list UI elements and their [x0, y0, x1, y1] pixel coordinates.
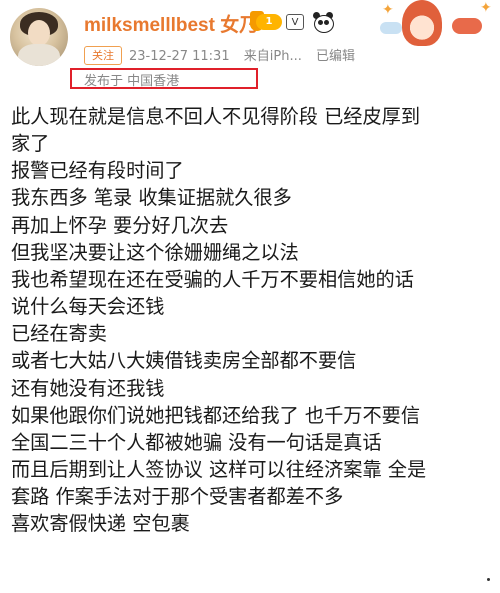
post-timestamp: 23-12-27 11:31 — [129, 49, 230, 64]
edited-label[interactable]: 已编辑 — [316, 49, 355, 64]
anime-girl-decoration: ✦ ✦ — [376, 0, 500, 48]
content-line: 还有她没有还我钱 — [11, 376, 165, 400]
avatar-body — [18, 44, 60, 66]
content-line: 我也希望现在还在受骗的人千万不要相信她的话 — [11, 267, 414, 291]
level-badge[interactable]: 1 — [256, 14, 282, 30]
avatar[interactable] — [10, 8, 68, 66]
scroll-dot — [487, 578, 490, 581]
content-line: 家了 — [11, 132, 50, 156]
post-location: 发布于 中国香港 — [84, 74, 180, 89]
content-line: 或者七大姑八大姨借钱卖房全部都不要信 — [11, 349, 357, 373]
content-line: 再加上怀孕 要分好几次去 — [11, 213, 229, 237]
follow-button[interactable]: 关注 — [84, 46, 122, 65]
content-line: 我东西多 笔录 收集证据就久很多 — [11, 186, 292, 210]
content-line: 套路 作案手法对于那个受害者都差不多 — [11, 485, 344, 509]
content-line: 说什么每天会还钱 — [11, 295, 165, 319]
panda-icon — [312, 12, 334, 33]
username[interactable]: milksmelllbest 女乃 — [84, 10, 258, 37]
post-source[interactable]: 来自iPh... — [244, 49, 302, 64]
content-line: 如果他跟你们说她把钱都还给我了 也千万不要信 — [11, 403, 421, 427]
vip-icon[interactable]: V — [286, 14, 304, 30]
content-line: 喜欢寄假快递 空包裹 — [11, 512, 190, 536]
avatar-face — [28, 20, 50, 46]
post-meta: 23-12-27 11:31 来自iPh... 已编辑 — [129, 45, 365, 64]
content-line: 全国二三十个人都被她骗 没有一句话是真话 — [11, 430, 382, 454]
content-line: 已经在寄卖 — [11, 322, 107, 346]
content-line: 报警已经有段时间了 — [11, 159, 184, 183]
post-header: milksmelllbest 女乃 1 V ✦ ✦ 关注 23-12-27 11… — [0, 0, 500, 90]
content-line: 但我坚决要让这个徐姗姗绳之以法 — [11, 240, 299, 264]
content-line: 此人现在就是信息不回人不见得阶段 已经皮厚到 — [11, 105, 421, 128]
content-line: 而且后期到让人签协议 这样可以往经济案靠 全是 — [11, 458, 427, 482]
post-content: 此人现在就是信息不回人不见得阶段 已经皮厚到 家了报警已经有段时间了我东西多 笔录… — [11, 103, 497, 538]
